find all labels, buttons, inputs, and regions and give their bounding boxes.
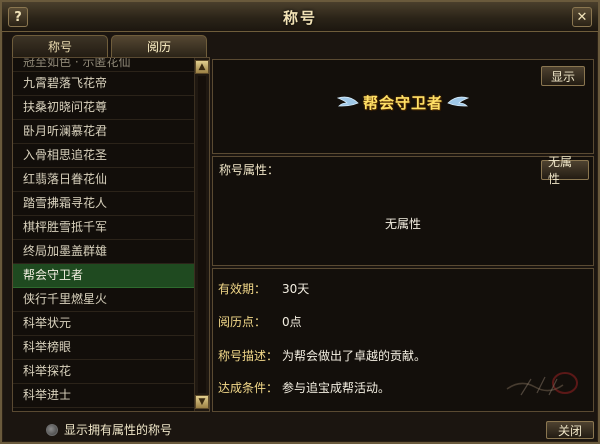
- show-button[interactable]: 显示: [541, 66, 585, 86]
- list-item[interactable]: 扶桑初晓问花尊: [13, 96, 195, 120]
- list-item[interactable]: 科举探花: [13, 360, 195, 384]
- list-item[interactable]: 踏雪拂霜寻花人: [13, 192, 195, 216]
- owned-attribute-filter[interactable]: 显示拥有属性的称号: [46, 421, 172, 438]
- game-logo-watermark: [506, 372, 578, 396]
- left-wing-icon: [336, 96, 359, 107]
- description-row: 称号描述： 为帮会做出了卓越的贡献。: [218, 347, 426, 364]
- scroll-up-icon[interactable]: ▲: [195, 60, 209, 74]
- condition-row: 达成条件： 参与追宝成帮活动。: [218, 379, 390, 396]
- title-name: 帮会守卫者: [362, 93, 443, 112]
- list-item[interactable]: 红翡落日眷花仙: [13, 168, 195, 192]
- validity-value: 30天: [282, 282, 310, 296]
- tab-bar: 称号 阅历: [12, 35, 207, 57]
- scroll-track[interactable]: [198, 76, 206, 393]
- list-item[interactable]: 科举进士: [13, 384, 195, 408]
- title-list-panel: 冠至如色 · 示匿花仙 九霄碧落飞花帝 扶桑初晓问花尊 卧月听澜慕花君 入骨相思…: [12, 57, 210, 412]
- experience-row: 阅历点： 0点: [218, 313, 302, 330]
- tab-titles[interactable]: 称号: [12, 35, 108, 57]
- list-item-selected[interactable]: 帮会守卫者: [13, 264, 195, 288]
- validity-label: 有效期：: [218, 282, 267, 296]
- no-attribute-button[interactable]: 无属性: [541, 155, 589, 186]
- title-info-panel: 有效期： 30天 阅历点： 0点 称号描述： 为帮会做出了卓越的贡献。 达成条件…: [212, 268, 594, 412]
- list-scrollbar[interactable]: ▲ ▼: [194, 58, 209, 411]
- title-window: ? 称号 ✕ 称号 阅历 冠至如色 · 示匿花仙 九霄碧落飞花帝 扶桑初晓问花尊…: [0, 0, 600, 444]
- close-x-button[interactable]: ✕: [572, 7, 592, 27]
- title-attributes-panel: 称号属性： 无属性 无属性: [212, 155, 594, 266]
- list-item[interactable]: 棋枰胜雪抵千军: [13, 216, 195, 240]
- list-item[interactable]: 终局加墨盖群雄: [13, 240, 195, 264]
- list-item[interactable]: 冠至如色 · 示匿花仙: [13, 58, 195, 72]
- attributes-label: 称号属性：: [219, 163, 280, 177]
- condition-label: 达成条件：: [218, 381, 279, 395]
- experience-label: 阅历点：: [218, 315, 267, 329]
- right-wing-icon: [447, 96, 469, 107]
- experience-value: 0点: [282, 315, 302, 329]
- validity-row: 有效期： 30天: [218, 280, 309, 297]
- window-title: 称号: [282, 9, 317, 27]
- list-item[interactable]: 科举榜眼: [13, 336, 195, 360]
- title-list: 冠至如色 · 示匿花仙 九霄碧落飞花帝 扶桑初晓问花尊 卧月听澜慕花君 入骨相思…: [13, 58, 195, 411]
- title-badge: 帮会守卫者: [213, 90, 593, 114]
- description-value: 为帮会做出了卓越的贡献。: [282, 349, 427, 363]
- description-label: 称号描述：: [218, 349, 279, 363]
- condition-value: 参与追宝成帮活动。: [282, 381, 391, 395]
- attributes-value: 无属性: [384, 217, 421, 231]
- list-item[interactable]: 侠行千里燃星火: [13, 288, 195, 312]
- scroll-down-icon[interactable]: ▼: [195, 395, 209, 409]
- close-button[interactable]: 关闭: [546, 421, 594, 439]
- list-item[interactable]: 卧月听澜慕花君: [13, 120, 195, 144]
- list-item[interactable]: 九霄碧落飞花帝: [13, 72, 195, 96]
- title-preview-panel: 显示 帮会守卫者: [212, 59, 594, 154]
- filter-label: 显示拥有属性的称号: [64, 423, 173, 437]
- list-item[interactable]: 入骨相思追花圣: [13, 144, 195, 168]
- radio-toggle-icon[interactable]: [46, 423, 58, 436]
- tab-experience[interactable]: 阅历: [111, 35, 207, 57]
- title-bar[interactable]: ? 称号 ✕: [2, 2, 598, 32]
- list-item[interactable]: 科举状元: [13, 312, 195, 336]
